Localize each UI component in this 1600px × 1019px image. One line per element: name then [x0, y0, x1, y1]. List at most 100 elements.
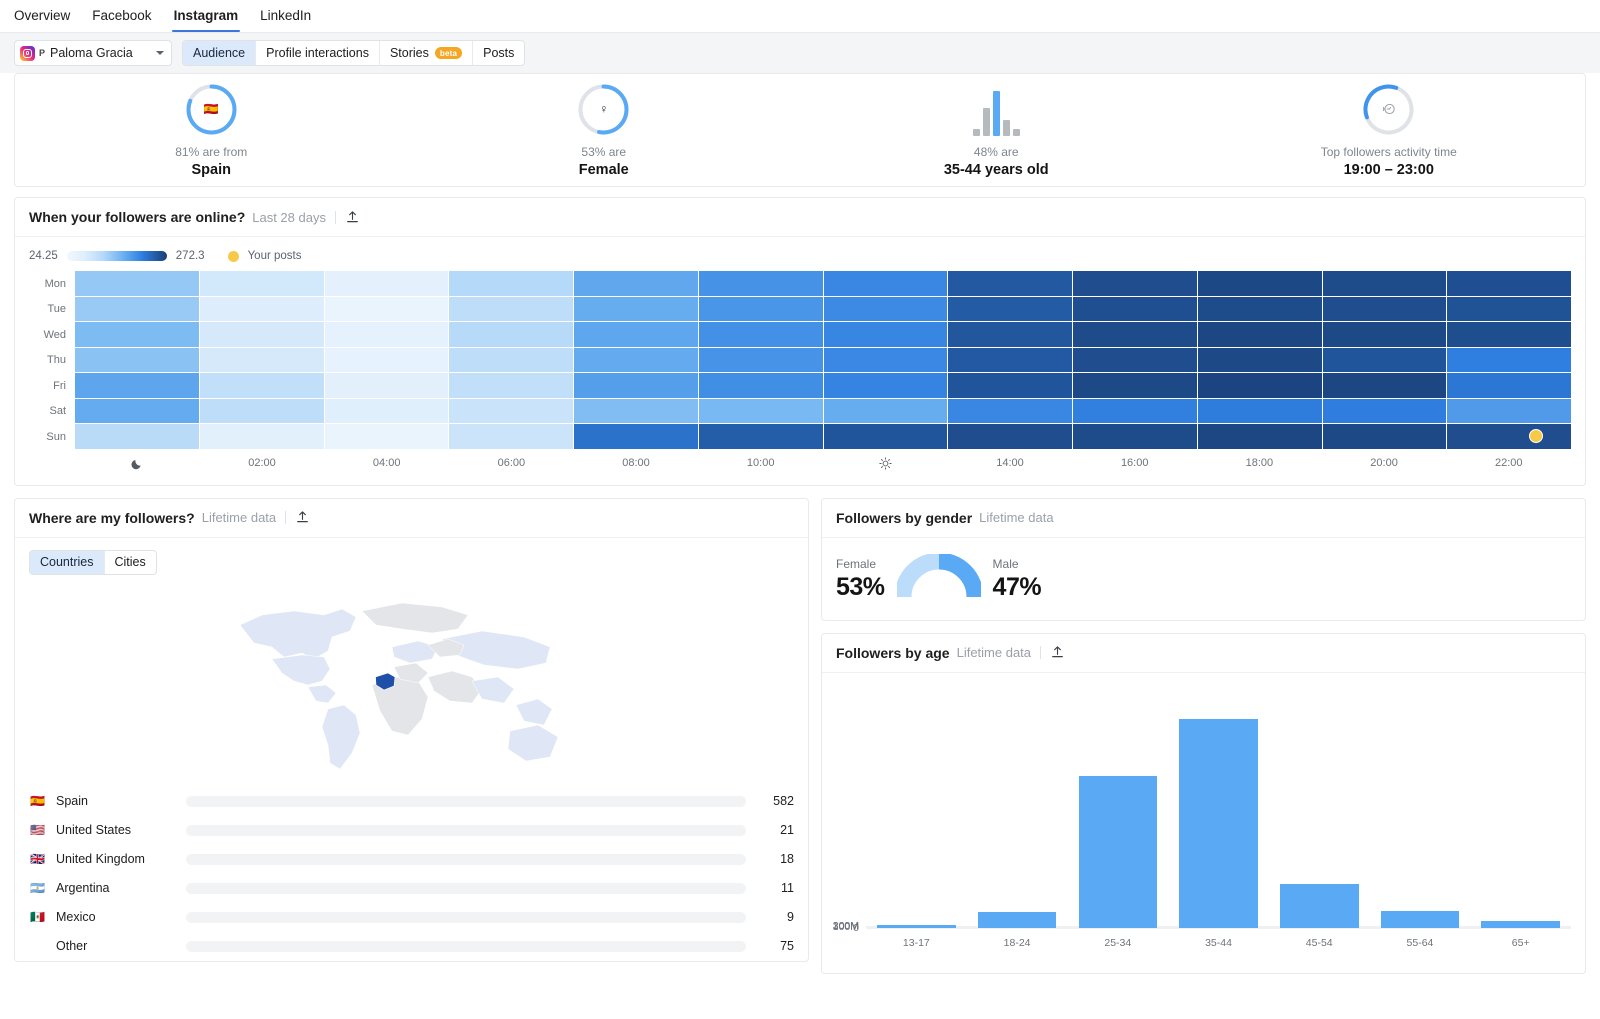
heatmap-cell[interactable] — [1323, 322, 1447, 347]
heatmap-cell[interactable] — [449, 297, 573, 322]
heatmap-cell[interactable] — [1198, 297, 1322, 322]
heatmap-cell[interactable] — [699, 271, 823, 296]
heatmap-cell[interactable] — [948, 322, 1072, 347]
heatmap-cell[interactable] — [824, 271, 948, 296]
heatmap-cell[interactable] — [699, 373, 823, 398]
heatmap-cell[interactable] — [449, 424, 573, 449]
age-bar-slot[interactable] — [866, 691, 967, 928]
age-bar-slot[interactable] — [1370, 691, 1471, 928]
age-bar-slot[interactable] — [1067, 691, 1168, 928]
age-bar[interactable] — [1079, 776, 1158, 927]
age-bar[interactable] — [1381, 911, 1460, 928]
heatmap-cell[interactable] — [574, 424, 698, 449]
heatmap-cell[interactable] — [948, 399, 1072, 424]
heatmap-grid[interactable] — [75, 271, 1571, 450]
table-row[interactable]: 🇬🇧 United Kingdom 18 — [29, 845, 794, 874]
age-bar[interactable] — [1280, 884, 1359, 927]
heatmap-cell[interactable] — [1323, 424, 1447, 449]
heatmap-cell[interactable] — [1323, 297, 1447, 322]
heatmap-cell[interactable] — [75, 399, 199, 424]
heatmap-cell[interactable] — [824, 373, 948, 398]
heatmap-cell[interactable] — [699, 424, 823, 449]
table-row[interactable]: 🇦🇷 Argentina 11 — [29, 874, 794, 903]
heatmap-cell[interactable] — [1073, 271, 1197, 296]
heatmap-cell[interactable] — [1447, 271, 1571, 296]
heatmap-cell[interactable] — [1073, 399, 1197, 424]
heatmap-cell[interactable] — [699, 322, 823, 347]
heatmap-cell[interactable] — [200, 271, 324, 296]
heatmap-cell[interactable] — [1447, 322, 1571, 347]
tab-profile-interactions[interactable]: Profile interactions — [256, 41, 380, 65]
heatmap-cell[interactable] — [699, 297, 823, 322]
heatmap-cell[interactable] — [699, 348, 823, 373]
heatmap-cell[interactable] — [449, 271, 573, 296]
tab-posts[interactable]: Posts — [473, 41, 524, 65]
heatmap-cell[interactable] — [948, 271, 1072, 296]
nav-item-facebook[interactable]: Facebook — [92, 8, 151, 32]
heatmap-cell[interactable] — [1073, 373, 1197, 398]
heatmap-cell[interactable] — [200, 373, 324, 398]
heatmap-cell[interactable] — [574, 373, 698, 398]
heatmap-cell[interactable] — [449, 322, 573, 347]
heatmap-cell[interactable] — [574, 399, 698, 424]
heatmap-cell[interactable] — [948, 348, 1072, 373]
heatmap-cell[interactable] — [325, 348, 449, 373]
heatmap-cell[interactable] — [75, 297, 199, 322]
heatmap-cell[interactable] — [699, 399, 823, 424]
heatmap-cell[interactable] — [824, 424, 948, 449]
age-bar-slot[interactable] — [1470, 691, 1571, 928]
heatmap-cell[interactable] — [449, 399, 573, 424]
heatmap-cell[interactable] — [1447, 399, 1571, 424]
table-row[interactable]: 🇪🇸 Spain 582 — [29, 787, 794, 816]
heatmap-cell[interactable] — [325, 373, 449, 398]
heatmap-cell[interactable] — [200, 297, 324, 322]
heatmap-cell[interactable] — [1323, 271, 1447, 296]
nav-item-instagram[interactable]: Instagram — [174, 8, 239, 32]
heatmap-cell[interactable] — [1447, 348, 1571, 373]
heatmap-cell[interactable] — [1198, 271, 1322, 296]
heatmap-cell[interactable] — [1073, 322, 1197, 347]
heatmap-cell[interactable] — [200, 322, 324, 347]
table-row[interactable]: 🇺🇸 United States 21 — [29, 816, 794, 845]
table-row[interactable]: Other 75 — [29, 932, 794, 961]
heatmap-cell[interactable] — [1323, 348, 1447, 373]
heatmap-cell[interactable] — [574, 271, 698, 296]
heatmap-cell[interactable] — [325, 297, 449, 322]
heatmap-cell[interactable] — [325, 399, 449, 424]
table-row[interactable]: 🇲🇽 Mexico 9 — [29, 903, 794, 932]
heatmap-cell[interactable] — [1198, 348, 1322, 373]
heatmap-cell[interactable] — [200, 399, 324, 424]
heatmap-cell[interactable] — [1073, 297, 1197, 322]
tab-cities[interactable]: Cities — [105, 551, 156, 574]
export-icon[interactable] — [295, 510, 310, 525]
heatmap-cell[interactable] — [1073, 348, 1197, 373]
heatmap-cell[interactable] — [824, 399, 948, 424]
tab-audience[interactable]: Audience — [183, 41, 256, 65]
heatmap-cell[interactable] — [200, 424, 324, 449]
heatmap-cell[interactable] — [1323, 399, 1447, 424]
heatmap-cell[interactable] — [449, 373, 573, 398]
heatmap-cell[interactable] — [948, 373, 1072, 398]
heatmap-cell[interactable] — [1073, 424, 1197, 449]
export-icon[interactable] — [345, 210, 360, 225]
post-marker-dot[interactable] — [1529, 429, 1543, 443]
heatmap-cell[interactable] — [574, 348, 698, 373]
heatmap-cell[interactable] — [1447, 373, 1571, 398]
heatmap-cell[interactable] — [1198, 322, 1322, 347]
heatmap-cell[interactable] — [75, 271, 199, 296]
heatmap-cell[interactable] — [75, 348, 199, 373]
tab-countries[interactable]: Countries — [30, 551, 105, 574]
heatmap-cell[interactable] — [948, 297, 1072, 322]
age-bar[interactable] — [978, 912, 1057, 927]
heatmap-cell[interactable] — [75, 424, 199, 449]
heatmap-cell[interactable] — [1198, 399, 1322, 424]
world-map[interactable] — [15, 583, 808, 783]
heatmap-cell[interactable] — [200, 348, 324, 373]
heatmap-cell[interactable] — [449, 348, 573, 373]
heatmap-cell[interactable] — [574, 322, 698, 347]
heatmap-cell[interactable] — [75, 322, 199, 347]
heatmap-cell[interactable] — [75, 373, 199, 398]
heatmap-cell[interactable] — [574, 297, 698, 322]
export-icon[interactable] — [1050, 645, 1065, 660]
nav-item-overview[interactable]: Overview — [14, 8, 70, 32]
